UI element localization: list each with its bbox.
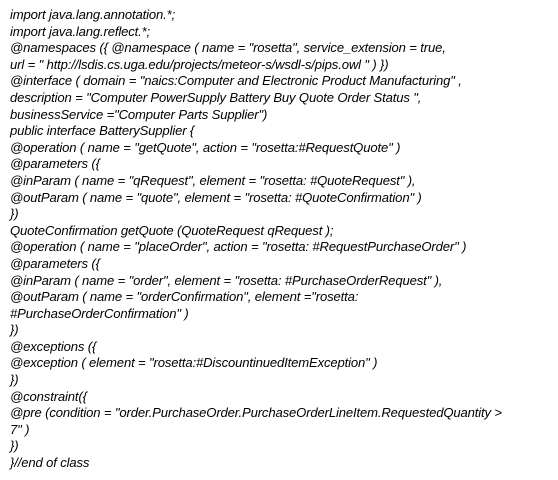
code-line: @parameters ({ [10, 156, 100, 172]
code-line: description = "Computer PowerSupply Batt… [10, 89, 422, 105]
code-line: 7" ) [10, 421, 30, 437]
code-line: }) [10, 322, 19, 338]
code-line: businessService ="Computer Parts Supplie… [10, 106, 268, 122]
code-line: }//end of class [10, 455, 90, 471]
code-line: @outParam ( name = "orderConfirmation", … [10, 289, 359, 305]
code-line: import java.lang.reflect.*; [10, 23, 151, 39]
code-line: }) [10, 438, 19, 454]
code-line: #PurchaseOrderConfirmation" ) [10, 305, 189, 321]
code-listing: import java.lang.annotation.*; import jav… [0, 0, 558, 480]
code-line: @namespaces ({ @namespace ( name = "rose… [10, 40, 446, 56]
code-line: public interface BatterySupplier { [10, 123, 195, 139]
code-line: }) [10, 372, 19, 388]
code-line: @exception ( element = "rosetta:#Discoun… [10, 355, 378, 371]
code-line: @operation ( name = "placeOrder", action… [10, 239, 467, 255]
code-line: @pre (condition = "order.PurchaseOrder.P… [10, 405, 502, 421]
code-line: @outParam ( name = "quote", element = "r… [10, 189, 422, 205]
code-line: @exceptions ({ [10, 338, 97, 354]
code-line: @inParam ( name = "order", element = "ro… [10, 272, 443, 288]
code-line: @interface ( domain = "naics:Computer an… [10, 73, 462, 89]
code-line: @parameters ({ [10, 255, 100, 271]
code-line: import java.lang.annotation.*; [10, 7, 176, 22]
code-line: @inParam ( name = "qRequest", element = … [10, 172, 416, 188]
code-line: }) [10, 206, 19, 222]
code-line: url = " http://lsdis.cs.uga.edu/projects… [10, 56, 389, 72]
code-lines: import java.lang.annotation.*; import jav… [10, 7, 550, 472]
code-line: @operation ( name = "getQuote", action =… [10, 139, 401, 155]
code-line: QuoteConfirmation getQuote (QuoteRequest… [10, 222, 334, 238]
code-line: @constraint({ [10, 388, 87, 404]
